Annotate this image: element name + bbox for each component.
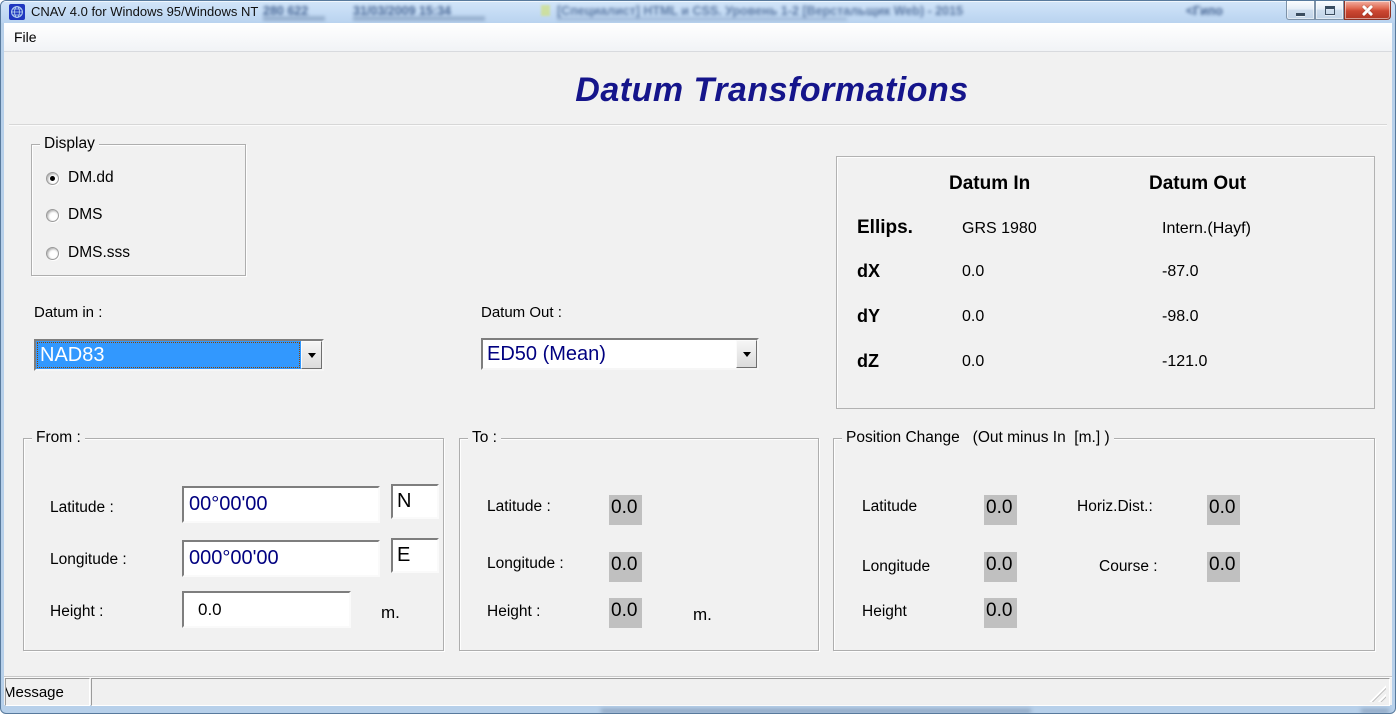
window-controls [1286,1,1391,20]
title-separator [9,124,1387,126]
datum-out-dropdown-button[interactable] [736,340,757,368]
ghost-text: [Специалист] HTML и CSS. Уровень 1-2 [Ве… [557,4,963,18]
pc-height-value: 0.0 [984,598,1017,628]
to-group-label: To : [468,429,501,447]
close-icon [1361,4,1374,17]
menu-bar: File [4,23,1392,52]
from-group: From : Latitude : Longitude : Height : m… [23,438,444,651]
ghost-icon [541,5,550,16]
table-row-in-value: GRS 1980 [962,220,1037,238]
maximize-icon [1325,6,1335,15]
pc-course-value: 0.0 [1207,552,1240,582]
position-change-group-label: Position Change (Out minus In [m.] ) [842,429,1114,447]
minimize-icon [1296,13,1305,16]
datum-in-dropdown-button[interactable] [301,341,322,369]
datum-in-value: NAD83 [36,341,301,369]
pc-horiz-dist-label: Horiz.Dist.: [1077,498,1153,516]
chevron-down-icon [743,352,751,357]
maximize-button[interactable] [1315,1,1344,20]
ghost-bar [353,16,485,21]
pc-horiz-dist-value: 0.0 [1207,495,1240,525]
ghost-text: 31/03/2009 15:34 [353,4,451,18]
from-latitude-input[interactable] [182,486,380,523]
ghost-bar [263,16,325,21]
from-longitude-label: Longitude : [50,551,127,569]
from-latitude-label: Latitude : [50,499,114,517]
to-height-unit: m. [693,605,712,625]
from-ew-input[interactable] [391,538,439,573]
menu-file[interactable]: File [4,23,47,51]
to-longitude-value: 0.0 [609,552,642,582]
client-area: File Datum Transformations Display DM.dd… [4,23,1392,705]
status-content-cell [91,678,1390,706]
table-row-param: Ellips. [857,217,913,239]
ghost-bar [557,17,847,21]
datum-in-label: Datum in : [34,304,102,321]
radio-option-dmssss[interactable]: DMS.sss [46,244,130,262]
window-frame: 280 622 31/03/2009 15:34 [Специалист] HT… [0,0,1396,714]
position-change-group: Position Change (Out minus In [m.] ) Lat… [833,438,1375,651]
table-row-in-value: 0.0 [962,353,984,371]
radio-option-dmdd[interactable]: DM.dd [46,169,114,187]
to-latitude-label: Latitude : [487,498,551,516]
datum-in-combobox[interactable]: NAD83 [34,339,324,371]
radio-label: DMS.sss [68,244,130,262]
ghost-text: 280 622 [263,4,308,18]
pc-latitude-value: 0.0 [984,495,1017,525]
window-title: CNAV 4.0 for Windows 95/Windows NT [31,4,258,19]
to-group: To : Latitude : 0.0 Longitude : 0.0 Heig… [459,438,819,651]
table-row-out-value: -87.0 [1162,263,1198,281]
to-latitude-value: 0.0 [609,495,642,525]
table-row-in-value: 0.0 [962,263,984,281]
table-row-param: dX [857,261,880,282]
from-height-input[interactable] [182,591,351,628]
radio-icon [46,209,59,222]
to-longitude-label: Longitude : [487,555,564,573]
display-group-label: Display [40,135,99,153]
radio-selected-icon [46,172,59,185]
chevron-down-icon [308,353,316,358]
minimize-button[interactable] [1286,1,1315,20]
table-row-in-value: 0.0 [962,308,984,326]
ghost-text: <Гипо [1186,4,1223,18]
from-ns-input[interactable] [391,484,439,519]
radio-label: DMS [68,206,102,224]
app-window: 280 622 31/03/2009 15:34 [Специалист] HT… [0,0,1396,714]
table-row-out-value: -98.0 [1162,308,1198,326]
datum-out-label: Datum Out : [481,304,562,321]
pc-height-label: Height [862,603,907,621]
datum-out-value: ED50 (Mean) [483,340,736,368]
pc-longitude-value: 0.0 [984,552,1017,582]
from-height-label: Height : [50,603,103,621]
datum-parameters-box: Datum In Datum Out Ellips. GRS 1980 Inte… [836,156,1375,409]
pc-longitude-label: Longitude [862,558,930,576]
display-group: Display DM.dd DMS DMS.sss [31,144,246,276]
globe-icon [9,4,25,20]
status-message-label: Message [5,684,89,701]
radio-icon [46,247,59,260]
pc-latitude-label: Latitude [862,498,917,516]
table-row-out-value: Intern.(Hayf) [1162,220,1251,238]
table-row-out-value: -121.0 [1162,353,1207,371]
col-header-datum-in: Datum In [949,173,1030,195]
table-row-param: dY [857,306,880,327]
radio-option-dms[interactable]: DMS [46,206,102,224]
from-group-label: From : [32,429,85,447]
pc-course-label: Course : [1099,558,1158,576]
page-title: Datum Transformations [575,71,968,110]
radio-label: DM.dd [68,169,114,187]
ghost-bar [601,709,1031,713]
col-header-datum-out: Datum Out [1149,173,1246,195]
table-row-param: dZ [857,351,879,372]
ghost-bar [1361,709,1389,713]
to-height-label: Height : [487,603,540,621]
resize-grip-icon[interactable] [1369,685,1386,702]
status-message-cell: Message [5,678,90,706]
datum-out-combobox[interactable]: ED50 (Mean) [481,338,759,370]
to-height-value: 0.0 [609,598,642,628]
titlebar: 280 622 31/03/2009 15:34 [Специалист] HT… [1,1,1395,23]
from-longitude-input[interactable] [182,540,380,577]
from-height-unit: m. [381,603,400,623]
close-button[interactable] [1344,1,1391,20]
